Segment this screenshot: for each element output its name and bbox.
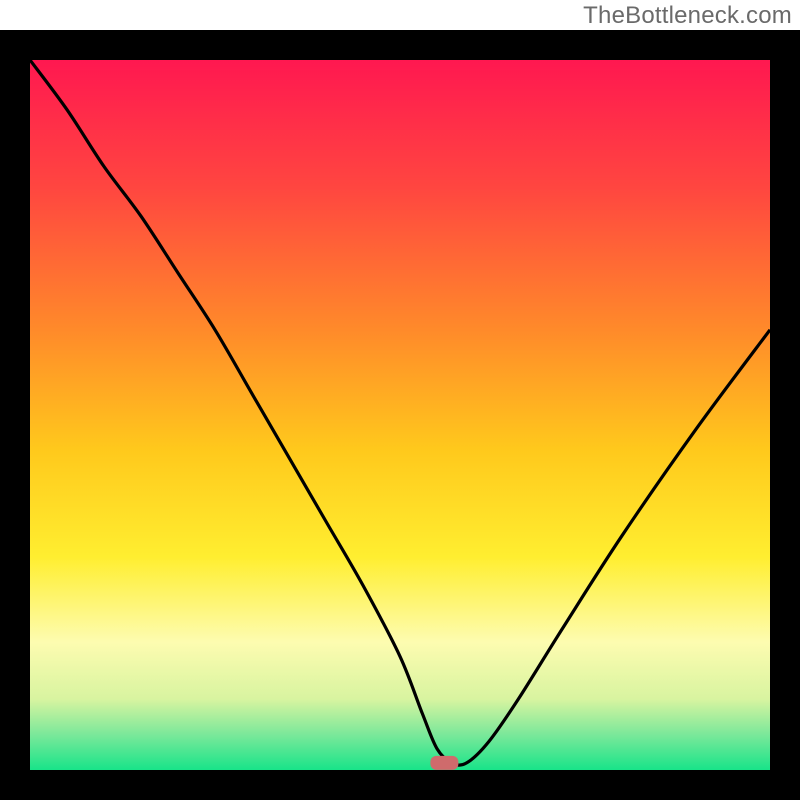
- chart-svg: [0, 0, 800, 800]
- optimum-marker: [430, 756, 458, 770]
- plot-background: [30, 60, 770, 770]
- watermark-text: TheBottleneck.com: [583, 2, 792, 30]
- chart-container: TheBottleneck.com: [0, 0, 800, 800]
